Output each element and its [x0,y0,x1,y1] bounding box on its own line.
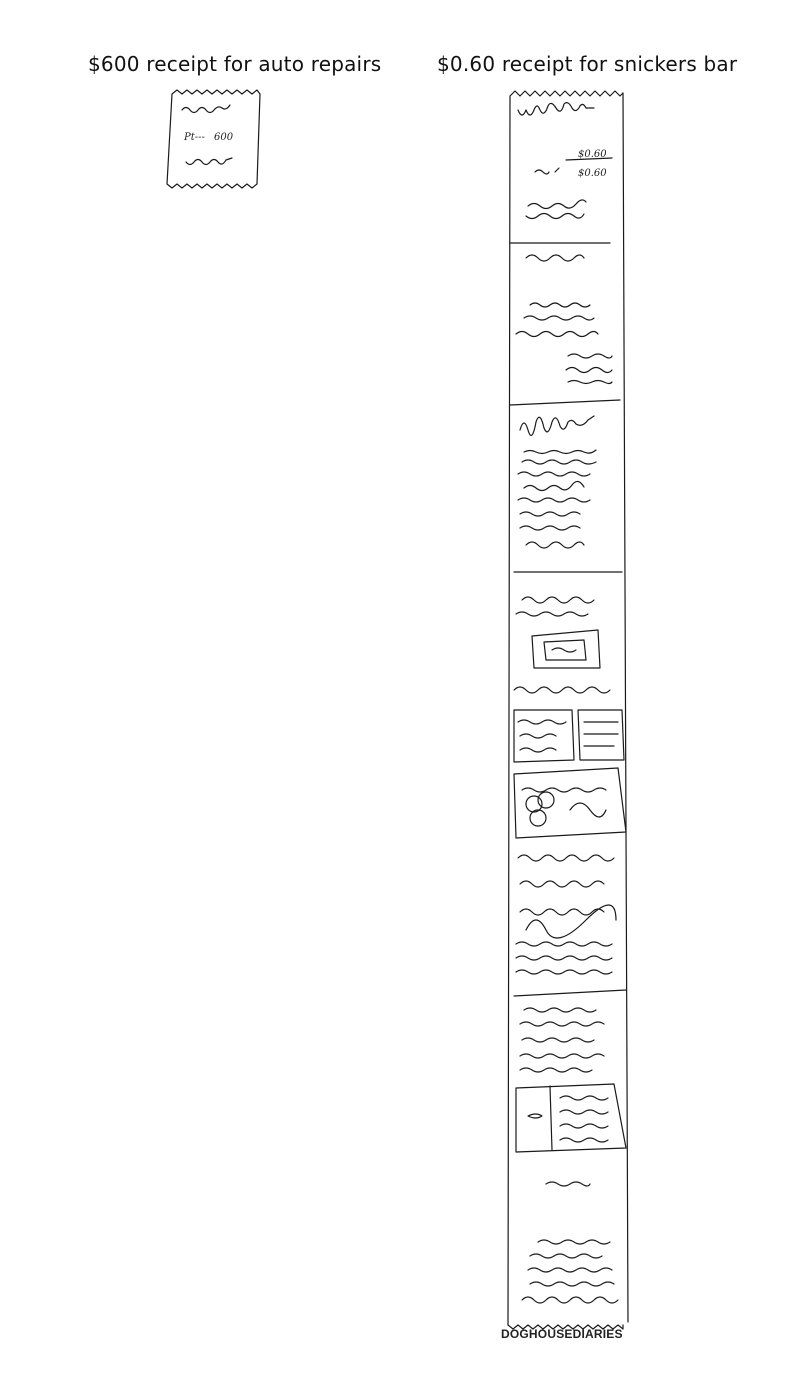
small-receipt-label: Pt--- [183,132,206,143]
long-receipt: $0.60 $0.60 [507,90,629,1330]
small-receipt: Pt--- 600 [166,89,261,189]
comic-drawing: Pt--- 600 $0.60 $0.60 [166,89,629,1330]
small-receipt-amount: 600 [214,132,234,143]
credit-signature: DOGHOUSEDIARIES [501,1327,623,1341]
item-price: $0.60 [578,149,607,160]
item-total: $0.60 [578,168,607,179]
